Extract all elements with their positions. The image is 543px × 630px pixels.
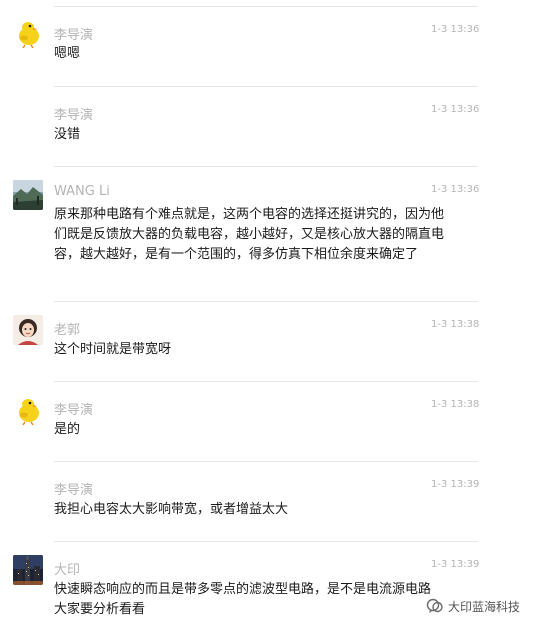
sender-name: 李导演 [54,28,94,43]
message-time: 1-3 13:38 [431,319,480,330]
landscape-avatar[interactable] [13,180,43,210]
sender-name: 李导演 [54,403,94,418]
message-time: 1-3 13:36 [431,24,480,35]
sender-name: 老郭 [54,323,81,338]
divider [54,541,478,542]
message-text: 快速瞬态响应的而且是带多零点的滤波型电路，是不是电流源电路大家要分析看看 [54,582,432,617]
sender-name: 李导演 [54,483,94,498]
message-text: 这个时间就是带宽呀 [54,342,172,357]
divider [54,301,478,302]
message-text: 嗯嗯 [54,46,81,61]
sender-name: WANG Li [54,184,110,199]
sender-name: 大印 [54,563,81,578]
message-item: 李导演 1-3 13:39 我担心电容太大影响带宽，或者增益太大 [0,455,543,541]
message-time: 1-3 13:39 [431,479,480,490]
divider [54,461,478,462]
message-time: 1-3 13:39 [431,559,480,570]
message-text: 我担心电容太大影响带宽，或者增益太大 [54,502,289,517]
message-item: WANG Li 1-3 13:36 原来那种电路有个难点就是，这两个电容的选择还… [0,160,543,300]
divider [54,381,478,382]
message-time: 1-3 13:36 [431,184,480,195]
watermark: 大印蓝海科技 [426,596,520,616]
chick-avatar[interactable] [13,18,43,48]
chick-avatar[interactable] [13,395,43,425]
girl-avatar[interactable] [13,315,43,345]
message-text: 没错 [54,127,81,142]
divider [54,6,478,7]
message-item: 李导演 1-3 13:36 没错 [0,80,543,166]
watermark-text: 大印蓝海科技 [448,599,521,614]
divider [54,86,478,87]
message-text: 原来那种电路有个难点就是，这两个电容的选择还挺讲究的，因为他们既是反馈放大器的负… [54,207,445,262]
message-time: 1-3 13:38 [431,399,480,410]
message-item: 老郭 1-3 13:38 这个时间就是带宽呀 [0,295,543,381]
wechat-official-account-icon [426,598,443,613]
message-item: 李导演 1-3 13:36 嗯嗯 [0,0,543,86]
city-night-avatar[interactable] [13,555,43,585]
message-time: 1-3 13:36 [431,104,480,115]
message-item: 李导演 1-3 13:38 是的 [0,375,543,461]
divider [54,166,478,167]
sender-name: 李导演 [54,108,94,123]
message-text: 是的 [54,422,81,437]
